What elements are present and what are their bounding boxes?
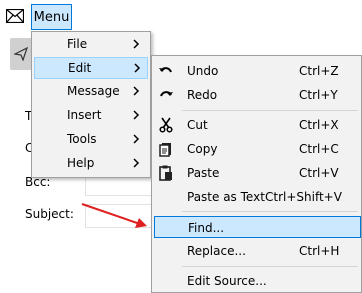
copy-icon xyxy=(159,143,171,157)
menu-item-help[interactable]: Help xyxy=(34,153,148,175)
menu-item-redo[interactable]: Redo Ctrl+Y xyxy=(154,84,361,106)
menu-item-cut[interactable]: Cut Ctrl+X xyxy=(154,114,361,136)
undo-icon xyxy=(159,67,172,73)
menu-item-label: File xyxy=(67,37,88,51)
menu-button-label: Menu xyxy=(33,9,70,25)
menu-item-label: Help xyxy=(67,156,95,170)
send-button[interactable] xyxy=(10,38,32,70)
menu-item-label: Edit Source... xyxy=(187,274,267,288)
menu-item-replace[interactable]: Replace... Ctrl+H xyxy=(154,240,361,262)
envelope-icon[interactable] xyxy=(6,9,24,23)
shortcut-label: Ctrl+Shift+V xyxy=(265,190,342,204)
menu-item-undo[interactable]: Undo Ctrl+Z xyxy=(154,60,361,82)
shortcut-label: Ctrl+V xyxy=(299,166,339,180)
chevron-right-icon xyxy=(133,110,140,120)
menu-item-label: Find... xyxy=(188,221,225,235)
edit-submenu: Undo Ctrl+Z Redo Ctrl+Y Cut Ctrl+X Copy … xyxy=(151,55,362,293)
menu-item-tools[interactable]: Tools xyxy=(34,129,148,151)
menu-separator xyxy=(182,110,358,111)
menu-item-message[interactable]: Message xyxy=(34,81,148,103)
menu-button[interactable]: Menu xyxy=(31,4,72,30)
menu-item-copy[interactable]: Copy Ctrl+C xyxy=(154,138,361,160)
main-menu-dropdown: File Edit Message Insert Tools Help xyxy=(31,31,151,178)
menu-separator xyxy=(182,211,358,212)
scissors-icon xyxy=(159,117,173,133)
menu-item-file[interactable]: File xyxy=(34,34,148,56)
paste-icon xyxy=(159,165,172,181)
menubar: Menu xyxy=(0,0,362,32)
menu-item-label: Copy xyxy=(187,142,218,156)
subject-field[interactable] xyxy=(85,204,157,228)
menu-item-paste-as-text[interactable]: Paste as Text Ctrl+Shift+V xyxy=(154,186,361,208)
menu-item-label: Cut xyxy=(187,118,208,132)
menu-item-edit[interactable]: Edit xyxy=(34,57,148,79)
shortcut-label: Ctrl+C xyxy=(299,142,339,156)
shortcut-label: Ctrl+Z xyxy=(299,64,339,78)
chevron-right-icon xyxy=(134,63,141,73)
chevron-right-icon xyxy=(133,158,140,168)
menu-item-label: Message xyxy=(67,84,120,98)
chevron-right-icon xyxy=(133,39,140,49)
menu-item-label: Insert xyxy=(67,108,102,122)
chevron-right-icon xyxy=(133,86,140,96)
menu-item-label: Tools xyxy=(67,132,97,146)
shortcut-label: Ctrl+H xyxy=(299,244,340,258)
menu-item-edit-source[interactable]: Edit Source... xyxy=(154,270,361,292)
menu-item-label: Replace... xyxy=(187,244,246,258)
menu-item-label: Edit xyxy=(68,61,92,75)
menu-item-label: Redo xyxy=(187,88,218,102)
send-icon xyxy=(14,47,28,61)
menu-item-label: Undo xyxy=(187,64,219,78)
menu-item-label: Paste as Text xyxy=(187,190,265,204)
menu-item-find[interactable]: Find... xyxy=(154,216,361,238)
redo-icon xyxy=(160,91,173,97)
chevron-right-icon xyxy=(133,134,140,144)
menu-item-paste[interactable]: Paste Ctrl+V xyxy=(154,162,361,184)
menu-separator xyxy=(182,266,358,267)
subject-label: Subject: xyxy=(25,207,74,221)
menu-item-insert[interactable]: Insert xyxy=(34,105,148,127)
menu-item-label: Paste xyxy=(187,166,220,180)
shortcut-label: Ctrl+X xyxy=(299,118,339,132)
shortcut-label: Ctrl+Y xyxy=(299,88,338,102)
